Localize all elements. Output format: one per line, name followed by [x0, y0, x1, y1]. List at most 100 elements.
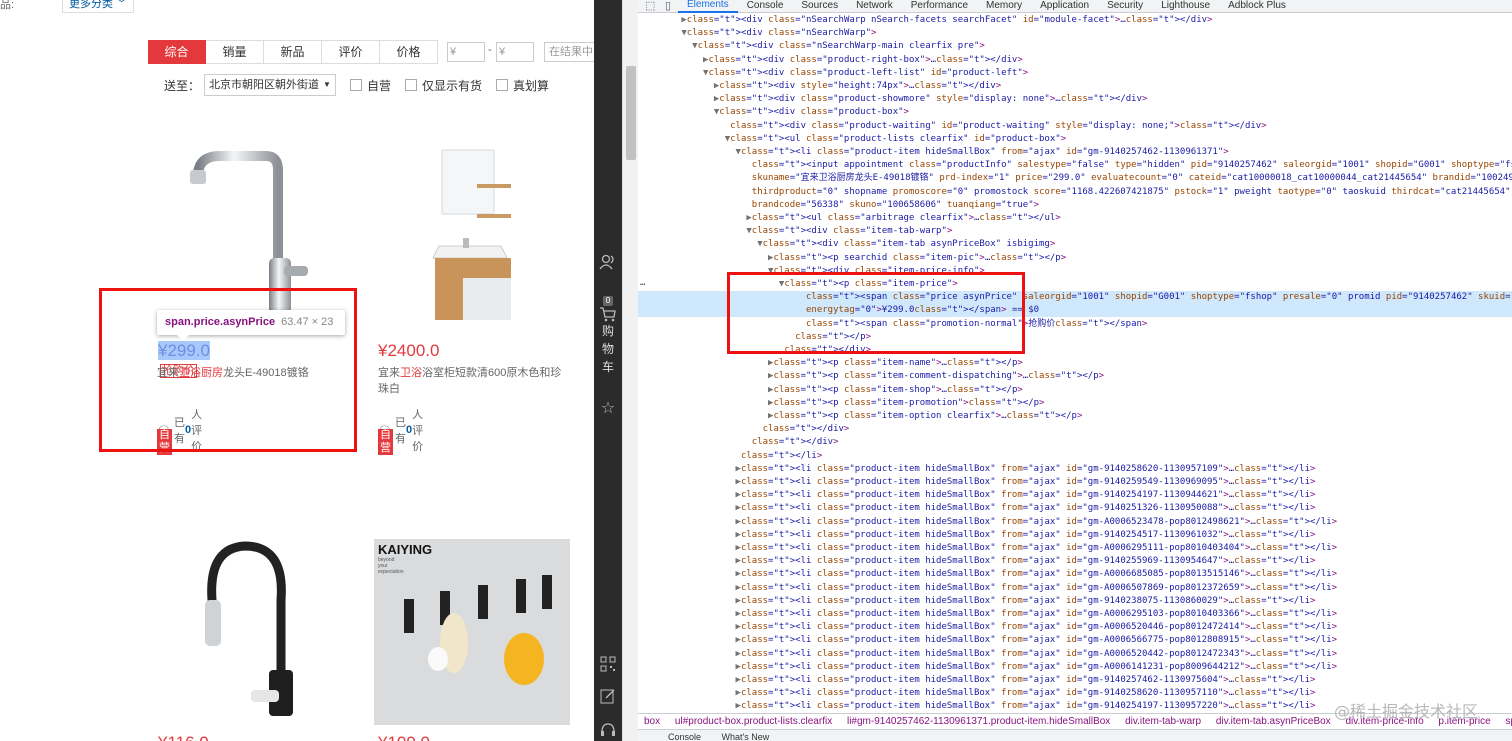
- tab-memory[interactable]: Memory: [977, 0, 1031, 12]
- breadcrumb-item[interactable]: li#gm-9140257462-1130961371.product-item…: [841, 716, 1116, 727]
- dom-node-line[interactable]: ▶class="t"><p class="item-shop">…class="…: [638, 384, 1512, 397]
- dom-node-line[interactable]: ▶class="t"><li class="product-item hideS…: [638, 608, 1512, 621]
- headset-icon[interactable]: [594, 722, 622, 738]
- dom-node-line[interactable]: ▶class="t"><li class="product-item hideS…: [638, 648, 1512, 661]
- dom-node-line[interactable]: ▶class="t"><li class="product-item hideS…: [638, 674, 1512, 687]
- user-icon[interactable]: [594, 254, 622, 270]
- tab-console[interactable]: Console: [738, 0, 793, 12]
- dom-node-line[interactable]: ▼class="t"><ul class="product-lists clea…: [638, 133, 1512, 146]
- dom-node-line[interactable]: ▶class="t"><li class="product-item hideS…: [638, 502, 1512, 515]
- checkbox-self-operated[interactable]: [349, 79, 362, 91]
- dom-node-line[interactable]: ▶class="t"><li class="product-item hideS…: [638, 489, 1512, 502]
- dom-node-line[interactable]: ▶class="t"><p class="item-promotion">cla…: [638, 397, 1512, 410]
- page-scrollbar[interactable]: [622, 0, 638, 741]
- product-image-black-faucet[interactable]: [185, 540, 305, 720]
- dom-node-line[interactable]: brandcode="56338" skuno="100658606" tuan…: [638, 199, 1512, 212]
- breadcrumb-item[interactable]: ul#product-box.product-lists.clearfix: [669, 716, 838, 727]
- product-name[interactable]: 宜来卫浴浴室柜短款清600原木色和珍珠白: [378, 365, 568, 397]
- filter-label: 品:: [0, 0, 15, 11]
- dom-node-line[interactable]: class="t"><div class="product-waiting" i…: [638, 120, 1512, 133]
- dom-node-line[interactable]: ▶class="t"><ul class="arbitrage clearfix…: [638, 212, 1512, 225]
- product-image-cabinet[interactable]: [425, 148, 515, 338]
- dom-node-line[interactable]: ▶class="t"><div class="product-showmore"…: [638, 93, 1512, 106]
- more-categories-label: 更多分类: [69, 0, 113, 10]
- dom-node-line[interactable]: ▶class="t"><li class="product-item hideS…: [638, 555, 1512, 568]
- dom-node-line[interactable]: ▼class="t"><div class="nSearchWarp-main …: [638, 40, 1512, 53]
- device-toolbar-icon[interactable]: ▯: [665, 0, 678, 12]
- tab-lighthouse[interactable]: Lighthouse: [1152, 0, 1219, 12]
- star-icon[interactable]: ☆: [594, 398, 622, 418]
- price-min-input[interactable]: ¥: [447, 42, 485, 62]
- selected-node-menu-dots[interactable]: …: [640, 278, 645, 288]
- address-select[interactable]: 北京市朝阳区朝外街道 ▼: [204, 74, 336, 96]
- scrollbar-thumb[interactable]: [626, 66, 636, 160]
- dom-node-line[interactable]: ▼class="t"><div class="product-left-list…: [638, 67, 1512, 80]
- dom-node-line[interactable]: ▶class="t"><p class="item-option clearfi…: [638, 410, 1512, 423]
- more-categories-button[interactable]: 更多分类 ﹀: [62, 0, 135, 13]
- sort-tab-reviews[interactable]: 评价: [322, 40, 380, 64]
- dom-node-line[interactable]: ▼class="t"><div class="product-box">: [638, 106, 1512, 119]
- tab-security[interactable]: Security: [1098, 0, 1152, 12]
- sort-tab-new[interactable]: 新品: [264, 40, 322, 64]
- dom-node-line[interactable]: ▼class="t"><li class="product-item hideS…: [638, 146, 1512, 159]
- breadcrumb-item[interactable]: span.pri: [1499, 716, 1512, 727]
- tab-elements[interactable]: Elements: [678, 0, 738, 13]
- dom-node-line[interactable]: ▶class="t"><li class="product-item hideS…: [638, 476, 1512, 489]
- dom-node-line[interactable]: thirdproduct="0" shopname promoscore="0"…: [638, 186, 1512, 199]
- dom-node-line[interactable]: ▶class="t"><p class="item-name">…class="…: [638, 357, 1512, 370]
- caret-down-icon: ▼: [323, 80, 331, 89]
- dom-node-line[interactable]: ▶class="t"><div class="nSearchWarp nSear…: [638, 14, 1512, 27]
- tab-performance[interactable]: Performance: [902, 0, 977, 12]
- dom-node-line[interactable]: ▶class="t"><li class="product-item hideS…: [638, 634, 1512, 647]
- tab-application[interactable]: Application: [1031, 0, 1098, 12]
- dom-node-line[interactable]: ▶class="t"><li class="product-item hideS…: [638, 516, 1512, 529]
- dom-node-line[interactable]: ▶class="t"><p searchid class="item-pic">…: [638, 252, 1512, 265]
- dom-node-line[interactable]: ▶class="t"><li class="product-item hideS…: [638, 463, 1512, 476]
- qr-code-icon[interactable]: [594, 656, 622, 672]
- inspect-element-icon[interactable]: ⬚: [645, 0, 658, 12]
- price-max-input[interactable]: ¥: [496, 42, 534, 62]
- sort-tab-sales[interactable]: 销量: [206, 40, 264, 64]
- dom-node-line[interactable]: ▶class="t"><div style="height:74px">…cla…: [638, 80, 1512, 93]
- tooltip-selector: span.price.asynPrice: [165, 316, 276, 328]
- breadcrumb-item[interactable]: div.item-tab.asynPriceBox: [1210, 716, 1337, 727]
- dom-node-line[interactable]: ▶class="t"><li class="product-item hideS…: [638, 542, 1512, 555]
- dom-node-line[interactable]: ▶class="t"><li class="product-item hideS…: [638, 595, 1512, 608]
- dom-node-line[interactable]: class="t"><input appointment class="prod…: [638, 159, 1512, 172]
- search-within-input[interactable]: 在结果中: [544, 42, 594, 62]
- dom-node-line[interactable]: class="t"></div>: [638, 423, 1512, 436]
- dom-node-line[interactable]: ▼class="t"><div class="item-tab-warp">: [638, 225, 1512, 238]
- dom-node-line[interactable]: skuname="宜来卫浴厨房龙头E-49018镀铬" prd-index="1…: [638, 172, 1512, 185]
- sort-tab-comprehensive[interactable]: 综合: [148, 40, 206, 64]
- breadcrumb-item[interactable]: box: [638, 716, 666, 727]
- brand-logo: KAIYING: [378, 542, 432, 557]
- tab-sources[interactable]: Sources: [792, 0, 847, 12]
- drawer-tab-whats-new[interactable]: What's New: [722, 732, 770, 741]
- dom-node-line[interactable]: ▶class="t"><li class="product-item hideS…: [638, 568, 1512, 581]
- drawer-tab-console[interactable]: Console: [668, 732, 701, 741]
- brand-name: KAIYING: [378, 542, 433, 557]
- address-value: 北京市朝阳区朝外街道: [209, 79, 320, 91]
- dom-node-line[interactable]: ▶class="t"><p class="item-comment-dispat…: [638, 370, 1512, 383]
- dom-node-line[interactable]: class="t"></li>: [638, 450, 1512, 463]
- checkbox-in-stock[interactable]: [404, 79, 417, 91]
- checkbox-deal[interactable]: [495, 79, 508, 91]
- dom-node-line[interactable]: ▶class="t"><div class="product-right-box…: [638, 54, 1512, 67]
- product-price: ¥2400.0: [378, 341, 440, 360]
- dom-node-line[interactable]: ▶class="t"><li class="product-item hideS…: [638, 621, 1512, 634]
- dom-node-line[interactable]: ▶class="t"><li class="product-item hideS…: [638, 529, 1512, 542]
- reviews-pre: 已有: [394, 417, 406, 445]
- edit-feedback-icon[interactable]: [594, 688, 622, 704]
- dom-node-line[interactable]: class="t"></div>: [638, 436, 1512, 449]
- brand-subtitle: beyond your expectation: [378, 557, 404, 575]
- cart-button[interactable]: 0 购 物 车: [594, 296, 622, 376]
- sort-tab-price[interactable]: 价格: [380, 40, 438, 64]
- dom-node-line[interactable]: ▼class="t"><div class="item-tab asynPric…: [638, 238, 1512, 251]
- dom-node-line[interactable]: ▼class="t"><div class="nSearchWarp">: [638, 27, 1512, 40]
- dom-node-line[interactable]: ▶class="t"><li class="product-item hideS…: [638, 661, 1512, 674]
- tab-network[interactable]: Network: [847, 0, 902, 12]
- tab-adblock-plus[interactable]: Adblock Plus: [1219, 0, 1295, 12]
- dom-node-line[interactable]: ▶class="t"><li class="product-item hideS…: [638, 582, 1512, 595]
- breadcrumb-item[interactable]: div.item-tab-warp: [1119, 716, 1207, 727]
- cart-count-badge: 0: [602, 296, 614, 306]
